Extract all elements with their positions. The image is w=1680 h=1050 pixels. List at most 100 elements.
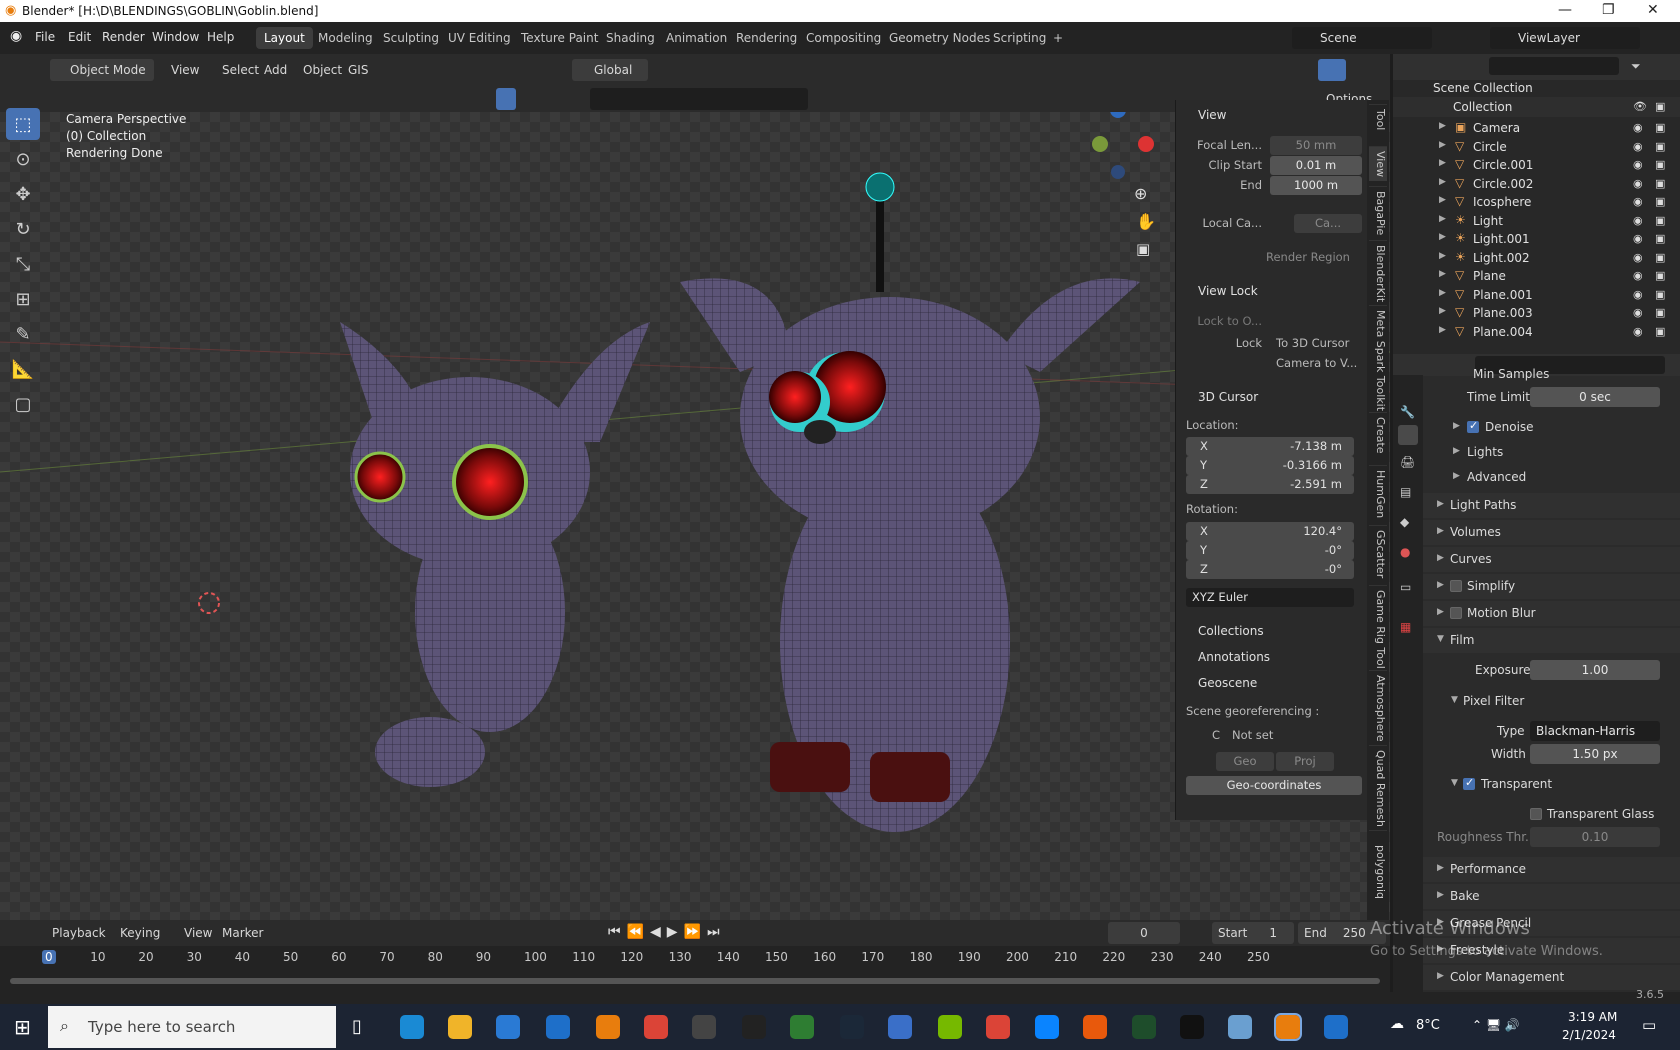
local-camera-field[interactable]: Ca... bbox=[1294, 214, 1362, 233]
expand-arrow-icon[interactable]: ▶ bbox=[1439, 232, 1446, 242]
playback-menu[interactable]: Playback bbox=[46, 922, 112, 944]
menu-help[interactable]: Help bbox=[207, 30, 234, 44]
sidetab-meta-spark[interactable]: Meta Spark Toolkit bbox=[1369, 305, 1387, 415]
object-mode-dropdown[interactable]: Object Mode bbox=[50, 59, 154, 81]
light-paths-panel[interactable]: ▶ Light Paths bbox=[1423, 493, 1680, 518]
outliner-item-name[interactable]: Circle.001 bbox=[1473, 158, 1533, 172]
focal-length-field[interactable]: 50 mm bbox=[1270, 136, 1362, 155]
expand-arrow-icon[interactable]: ▶ bbox=[1439, 214, 1446, 224]
render-camera-icon[interactable]: ▣ bbox=[1655, 100, 1665, 113]
sidetab-atmosphere[interactable]: Atmosphere bbox=[1369, 670, 1387, 746]
collections-section[interactable]: Collections bbox=[1198, 624, 1264, 638]
minimize-button[interactable]: — bbox=[1558, 2, 1572, 18]
tab-uv-editing[interactable]: UV Editing bbox=[440, 27, 519, 49]
outliner-search-input[interactable] bbox=[1489, 57, 1619, 75]
expand-arrow-icon[interactable]: ▶ bbox=[1439, 251, 1446, 261]
outliner-item-name[interactable]: Plane bbox=[1473, 269, 1506, 283]
expand-arrow-icon[interactable]: ▶ bbox=[1439, 269, 1446, 279]
performance-panel[interactable]: ▶ Performance bbox=[1423, 857, 1680, 882]
view-layer-tab-icon[interactable]: ▤ bbox=[1400, 485, 1411, 499]
sidetab-gscatter[interactable]: GScatter bbox=[1369, 525, 1387, 582]
timeline-view-menu[interactable]: View bbox=[178, 922, 218, 944]
cursor-location-y[interactable]: Y -0.3166 m bbox=[1186, 456, 1354, 475]
cursor-rotation-z[interactable]: Z -0° bbox=[1186, 560, 1354, 579]
timeline-scrollbar[interactable] bbox=[10, 978, 1380, 984]
outliner-item[interactable]: ▶ ▽ Circle.001 ◉ ▣ bbox=[1393, 155, 1680, 175]
edge-icon[interactable] bbox=[400, 1015, 424, 1039]
outliner-item-name[interactable]: Plane.004 bbox=[1473, 325, 1533, 339]
outliner-item[interactable]: ▶ ☀ Light ◉ ▣ bbox=[1393, 211, 1680, 231]
outliner-item[interactable]: ▶ ▽ Plane.001 ◉ ▣ bbox=[1393, 285, 1680, 305]
simplify-checkbox[interactable] bbox=[1450, 580, 1462, 592]
select-mode-button[interactable] bbox=[496, 88, 516, 110]
view-lock-header[interactable]: View Lock bbox=[1198, 284, 1258, 298]
timeline-track[interactable]: 0 10 20 30 40 50 60 70 80 90 100 110 120 130 140 150 160… bbox=[0, 946, 1390, 992]
notepad-icon[interactable] bbox=[1228, 1015, 1252, 1039]
keying-menu[interactable]: Keying bbox=[114, 922, 166, 944]
denoise-checkbox[interactable] bbox=[1467, 419, 1479, 433]
eye-icon[interactable]: ◉ bbox=[1633, 158, 1643, 171]
outliner-item[interactable]: ▶ ▽ Plane.004 ◉ ▣ bbox=[1393, 322, 1680, 342]
menu-view[interactable]: View bbox=[165, 59, 205, 81]
nvidia-icon[interactable] bbox=[938, 1015, 962, 1039]
chrome-icon[interactable] bbox=[644, 1015, 668, 1039]
proj-button[interactable]: Proj bbox=[1276, 752, 1334, 771]
transparent-checkbox[interactable] bbox=[1463, 776, 1475, 790]
volumes-panel[interactable]: ▶ Volumes bbox=[1423, 520, 1680, 545]
notification-icon[interactable]: ▭ bbox=[1642, 1016, 1656, 1034]
tab-animation[interactable]: Animation bbox=[658, 27, 735, 49]
transparent-row[interactable]: ▼Transparent bbox=[1423, 772, 1680, 797]
advanced-row[interactable]: ▶ Advanced bbox=[1423, 465, 1680, 490]
blender-active-icon[interactable] bbox=[1274, 1013, 1302, 1041]
cursor-location-x[interactable]: X -7.138 m bbox=[1186, 437, 1354, 456]
eye-icon[interactable]: ◉ bbox=[1633, 214, 1643, 227]
scene-collection-row[interactable]: Scene Collection bbox=[1393, 78, 1680, 98]
render-camera-icon[interactable]: ▣ bbox=[1655, 288, 1665, 301]
move-tool-icon[interactable]: ✥ bbox=[6, 178, 40, 210]
expand-arrow-icon[interactable]: ▶ bbox=[1439, 177, 1446, 187]
collection-tab-icon[interactable]: ▭ bbox=[1400, 580, 1411, 594]
mail-icon[interactable] bbox=[546, 1015, 570, 1039]
view-section-header[interactable]: View bbox=[1198, 108, 1226, 122]
playback-controls-icon[interactable]: ⏮⏪◀▶⏩⏭ bbox=[608, 924, 726, 940]
expand-arrow-icon[interactable]: ▶ bbox=[1439, 195, 1446, 205]
expand-arrow-icon[interactable]: ▶ bbox=[1439, 325, 1446, 335]
transform-tool-icon[interactable]: ⊞ bbox=[6, 283, 40, 315]
geo-button[interactable]: Geo bbox=[1216, 752, 1274, 771]
sidetab-humgen[interactable]: HumGen bbox=[1369, 465, 1387, 522]
zoom-icon[interactable]: ⊕ bbox=[1134, 184, 1147, 203]
cursor-rotation-y[interactable]: Y -0° bbox=[1186, 541, 1354, 560]
outliner-item[interactable]: ▶ ☀ Light.001 ◉ ▣ bbox=[1393, 229, 1680, 249]
scene-tab-icon[interactable]: ◆ bbox=[1400, 515, 1409, 529]
render-region-checkbox[interactable]: Render Region bbox=[1266, 250, 1366, 264]
transform-orientation-dropdown[interactable]: Global bbox=[572, 59, 648, 81]
eye-icon[interactable]: ◉ bbox=[1633, 251, 1643, 264]
render-tab-icon[interactable] bbox=[1398, 425, 1418, 445]
menu-gis[interactable]: GIS bbox=[342, 59, 374, 81]
start-frame-field[interactable]: Start 1 bbox=[1212, 922, 1294, 944]
expand-arrow-icon[interactable]: ▶ bbox=[1439, 158, 1446, 168]
cursor-rotation-x[interactable]: X 120.4° bbox=[1186, 522, 1354, 541]
tab-sculpting[interactable]: Sculpting bbox=[375, 27, 447, 49]
add-workspace-button[interactable]: + bbox=[1045, 27, 1071, 49]
taskbar-search-box[interactable]: ⌕ Type here to search bbox=[48, 1006, 336, 1048]
rotation-mode-dropdown[interactable]: XYZ Euler bbox=[1186, 588, 1354, 607]
store-icon[interactable] bbox=[496, 1015, 520, 1039]
marker-menu[interactable]: Marker bbox=[216, 922, 269, 944]
cursor-tool-icon[interactable]: ⊙ bbox=[6, 143, 40, 175]
tray-icons[interactable]: ⌃ 🖥 🔊 bbox=[1472, 1018, 1520, 1032]
render-camera-icon[interactable]: ▣ bbox=[1655, 251, 1665, 264]
windows-start-icon[interactable]: ⊞ bbox=[14, 1015, 31, 1039]
texture-tab-icon[interactable]: ▦ bbox=[1400, 620, 1411, 634]
render-camera-icon[interactable]: ▣ bbox=[1655, 232, 1665, 245]
outliner-item[interactable]: ▶ ▽ Plane ◉ ▣ bbox=[1393, 266, 1680, 286]
render-camera-icon[interactable]: ▣ bbox=[1655, 325, 1665, 338]
outliner-item-name[interactable]: Camera bbox=[1473, 121, 1520, 135]
camera-to-view-checkbox[interactable]: Camera to V... bbox=[1276, 356, 1366, 370]
outliner-item[interactable]: ▶ ▽ Circle.002 ◉ ▣ bbox=[1393, 174, 1680, 194]
render-camera-icon[interactable]: ▣ bbox=[1655, 269, 1665, 282]
outliner-item[interactable]: ▶ ▽ Icosphere ◉ ▣ bbox=[1393, 192, 1680, 212]
outliner-item-name[interactable]: Circle bbox=[1473, 140, 1507, 154]
scene-selector[interactable]: Scene bbox=[1292, 27, 1432, 49]
pan-hand-icon[interactable]: ✋ bbox=[1136, 212, 1156, 231]
